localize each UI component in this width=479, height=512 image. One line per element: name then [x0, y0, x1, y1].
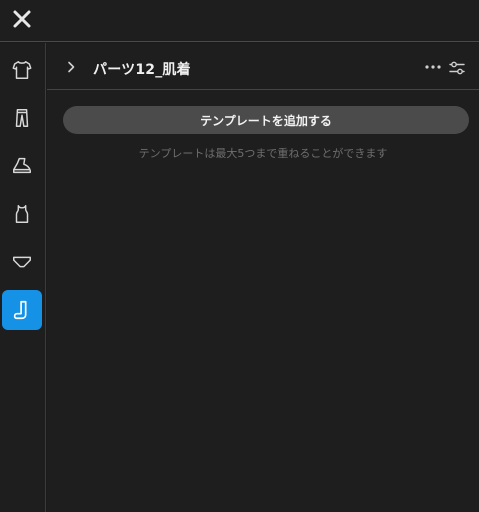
more-horizontal-icon [425, 65, 441, 69]
top-bar [0, 0, 479, 42]
shoe-icon [13, 157, 31, 174]
rail-item-underwear[interactable] [2, 242, 42, 282]
rail-item-bottoms[interactable] [2, 98, 42, 138]
panel-header: パーツ12_肌着 [47, 43, 479, 90]
expand-button[interactable] [63, 59, 79, 75]
chevron-right-icon [68, 61, 75, 73]
sock-icon [13, 300, 27, 320]
adjust-settings-button[interactable] [448, 60, 466, 76]
tshirt-icon [12, 61, 32, 79]
close-icon [13, 10, 31, 28]
add-template-button[interactable]: テンプレートを追加する [63, 106, 469, 134]
category-rail [0, 43, 46, 512]
rail-item-shoes[interactable] [2, 146, 42, 186]
rail-item-tops[interactable] [2, 50, 42, 90]
panel-title: パーツ12_肌着 [93, 62, 191, 78]
underwear-icon [13, 256, 31, 268]
template-panel: パーツ12_肌着 テンプレートを追加する テンプレートは最大5つまで重ねることが… [47, 43, 479, 512]
tank-top-icon [15, 205, 29, 223]
pants-icon [15, 109, 29, 127]
template-limit-hint: テンプレートは最大5つまで重ねることができます [138, 147, 388, 160]
rail-item-innerwear[interactable] [2, 194, 42, 234]
close-button[interactable] [8, 5, 36, 33]
sliders-icon [449, 61, 465, 75]
app-window: パーツ12_肌着 テンプレートを追加する テンプレートは最大5つまで重ねることが… [0, 0, 479, 512]
more-options-button[interactable] [423, 61, 443, 73]
rail-item-socks[interactable] [2, 290, 42, 330]
